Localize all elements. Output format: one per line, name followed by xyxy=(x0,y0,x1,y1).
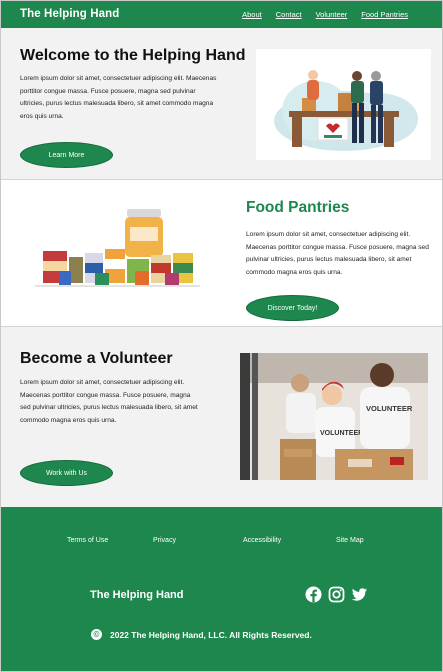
site-header: The Helping Hand About Contact Volunteer… xyxy=(1,1,442,28)
instagram-icon[interactable] xyxy=(328,586,345,603)
main-nav: About Contact Volunteer Food Pantries xyxy=(242,10,408,19)
social-links xyxy=(305,586,368,603)
food-pantries-title: Food Pantries xyxy=(246,199,350,216)
shirt-text-middle: VOLUNTEER xyxy=(320,430,363,437)
discover-today-button[interactable]: Discover Today! xyxy=(246,295,339,321)
volunteers-illustration xyxy=(256,49,431,160)
volunteer-text: Lorem ipsum dolor sit amet, consectetuer… xyxy=(20,379,198,424)
volunteers-photo: VOLUNTEER VOLUNTEER xyxy=(240,353,428,480)
welcome-text: Lorem ipsum dolor sit amet, consectetuer… xyxy=(20,75,217,120)
nav-food-pantries[interactable]: Food Pantries xyxy=(361,10,408,19)
canned-goods-illustration xyxy=(35,205,200,291)
food-pantries-text: Lorem ipsum dolor sit amet, consectetuer… xyxy=(246,231,429,276)
page: The Helping Hand About Contact Volunteer… xyxy=(0,0,443,672)
footer-link-sitemap[interactable]: Site Map xyxy=(336,537,364,544)
volunteer-section: Become a Volunteer Lorem ipsum dolor sit… xyxy=(1,327,442,507)
nav-contact[interactable]: Contact xyxy=(276,10,302,19)
nav-volunteer[interactable]: Volunteer xyxy=(316,10,348,19)
copyright-icon: © xyxy=(91,629,102,640)
nav-about[interactable]: About xyxy=(242,10,262,19)
footer-link-privacy[interactable]: Privacy xyxy=(153,537,176,544)
welcome-section: Welcome to the Helping Hand Lorem ipsum … xyxy=(1,28,442,180)
twitter-icon[interactable] xyxy=(351,586,368,603)
work-with-us-button[interactable]: Work with Us xyxy=(20,460,113,486)
copyright: © 2022 The Helping Hand, LLC. All Rights… xyxy=(91,629,312,640)
food-pantries-section: Food Pantries Lorem ipsum dolor sit amet… xyxy=(1,180,442,327)
footer-link-accessibility[interactable]: Accessibility xyxy=(243,537,281,544)
site-footer: Terms of Use Privacy Accessibility Site … xyxy=(1,507,442,671)
footer-brand: The Helping Hand xyxy=(90,589,184,601)
facebook-icon[interactable] xyxy=(305,586,322,603)
site-brand[interactable]: The Helping Hand xyxy=(20,8,119,20)
welcome-title: Welcome to the Helping Hand xyxy=(20,47,246,64)
volunteer-title: Become a Volunteer xyxy=(20,350,173,367)
footer-link-terms[interactable]: Terms of Use xyxy=(67,537,108,544)
shirt-text-right: VOLUNTEER xyxy=(366,404,413,413)
copyright-text: 2022 The Helping Hand, LLC. All Rights R… xyxy=(110,629,312,640)
learn-more-button[interactable]: Learn More xyxy=(20,142,113,168)
